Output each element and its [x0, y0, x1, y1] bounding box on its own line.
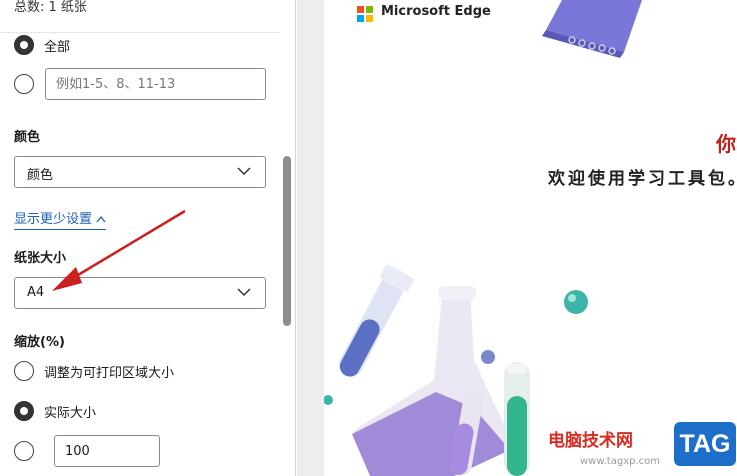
chevron-down-icon: [237, 288, 251, 297]
show-fewer-settings-label: 显示更少设置: [14, 212, 93, 227]
pages-custom-radio[interactable]: [14, 74, 34, 94]
color-section-title: 颜色: [14, 130, 41, 145]
preview-welcome-text: 欢迎使用学习工具包。: [548, 169, 737, 189]
paper-size-select[interactable]: A4: [14, 277, 266, 309]
paper-size-section-title: 纸张大小: [14, 251, 67, 266]
scale-custom-input[interactable]: [54, 435, 160, 467]
chevron-up-icon: [96, 215, 106, 223]
page-range-input[interactable]: [45, 68, 266, 100]
preview-illustration: [324, 0, 642, 476]
print-settings-panel: 总数: 1 纸张 全部 颜色 颜色 显示更少设置 纸张大小 A4 缩放(%) 调…: [0, 0, 296, 476]
pages-all-label: 全部: [44, 40, 71, 55]
chevron-down-icon: [237, 167, 251, 176]
total-sheets-label: 总数: 1 纸张: [14, 0, 87, 15]
preview-headline: 你: [716, 132, 736, 156]
print-preview-area: Microsoft Edge 你 欢迎使用学习工具包。 电脑技术网 www.ta…: [297, 0, 737, 476]
sphere-small: [324, 395, 333, 405]
pages-all-radio[interactable]: [14, 35, 34, 55]
scale-actual-label: 实际大小: [44, 406, 97, 421]
watermark-text: 电脑技术网: [548, 431, 633, 451]
paper-size-select-value: A4: [27, 285, 45, 300]
tag-logo: TAG: [674, 422, 736, 466]
divider: [0, 32, 280, 33]
scale-section-title: 缩放(%): [14, 335, 65, 350]
test-tube-green: [504, 362, 530, 476]
color-select[interactable]: 颜色: [14, 156, 266, 188]
scale-fit-label: 调整为可打印区域大小: [44, 366, 175, 381]
sphere-teal: [564, 290, 588, 314]
scale-actual-radio[interactable]: [14, 401, 34, 421]
notebook-image: [542, 0, 642, 58]
color-select-value: 颜色: [27, 168, 54, 183]
panel-scrollbar-thumb[interactable]: [283, 156, 291, 326]
scale-fit-radio[interactable]: [14, 361, 34, 381]
scale-custom-radio[interactable]: [14, 441, 34, 461]
preview-page: Microsoft Edge 你 欢迎使用学习工具包。 电脑技术网 www.ta…: [324, 0, 737, 476]
test-tube-blue: [338, 264, 414, 377]
sphere-blue: [481, 350, 495, 364]
show-fewer-settings-link[interactable]: 显示更少设置: [14, 208, 107, 230]
watermark-url: www.tagxp.com: [580, 456, 660, 467]
